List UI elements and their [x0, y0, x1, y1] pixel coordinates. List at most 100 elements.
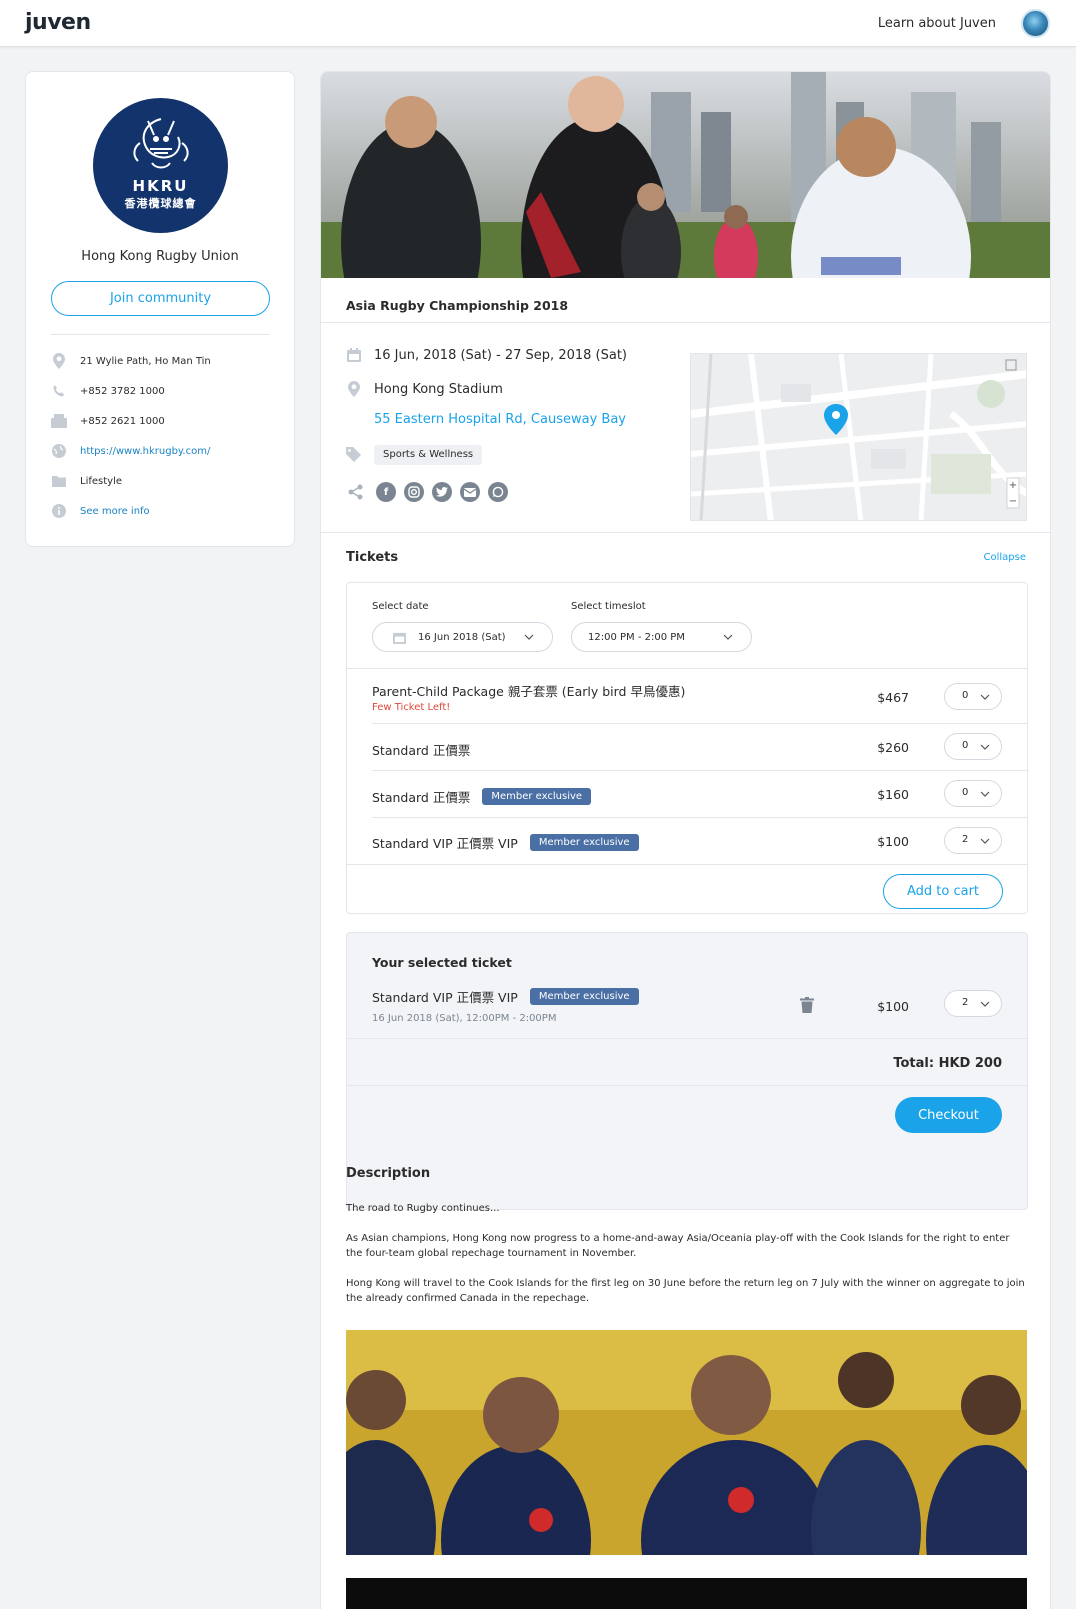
ticket-row: Standard VIP 正價票 VIP Member exclusive $1…	[347, 818, 1027, 864]
selected-timeslot: 12:00 PM - 2:00 PM	[588, 631, 685, 643]
join-community-button[interactable]: Join community	[51, 281, 270, 316]
fax-icon	[51, 413, 67, 429]
add-to-cart-button[interactable]: Add to cart	[883, 874, 1003, 909]
ticket-name: Standard 正價票	[372, 743, 471, 758]
ticket-name: Standard 正價票 Member exclusive	[372, 787, 592, 806]
team-photo	[346, 1330, 1027, 1555]
phone-icon	[51, 383, 67, 399]
tag-icon	[346, 447, 361, 466]
divider	[347, 864, 1027, 865]
quantity-dropdown[interactable]: 0	[944, 780, 1002, 807]
chevron-down-icon	[980, 742, 990, 753]
more-info-row: See more info	[51, 501, 150, 521]
ticket-name-text: Standard VIP 正價票 VIP	[372, 836, 518, 851]
category-text: Lifestyle	[80, 475, 123, 487]
ticket-price: $100	[877, 834, 909, 849]
selected-ticket-datetime: 16 Jun 2018 (Sat), 12:00PM - 2:00PM	[372, 1013, 557, 1024]
quantity-dropdown[interactable]: 2	[944, 990, 1002, 1017]
quantity-dropdown[interactable]: 2	[944, 827, 1002, 854]
divider	[321, 532, 1050, 533]
description-heading: Description	[346, 1166, 431, 1181]
divider	[347, 1085, 1027, 1086]
description-paragraph: The road to Rugby continues...	[346, 1203, 500, 1214]
hkru-logo-chinese-text: 香港欖球總會	[124, 196, 197, 210]
email-icon[interactable]	[460, 482, 480, 502]
address-row: 21 Wylie Path, Ho Man Tin	[51, 351, 211, 371]
event-hero-image	[321, 72, 1050, 278]
ticket-name-text: Standard 正價票	[372, 790, 471, 805]
chevron-down-icon	[723, 632, 733, 643]
learn-about-juven-link[interactable]: Learn about Juven	[878, 16, 996, 31]
quantity-dropdown[interactable]: 0	[944, 733, 1002, 760]
event-title: Asia Rugby Championship 2018	[346, 298, 569, 313]
selected-ticket-panel: Your selected ticket Standard VIP 正價票 VI…	[346, 932, 1028, 1210]
video-preview[interactable]	[346, 1578, 1027, 1609]
date-dropdown[interactable]: 16 Jun 2018 (Sat)	[372, 622, 553, 652]
organizer-card: HKRU 香港欖球總會 Hong Kong Rugby Union Join c…	[25, 71, 295, 547]
twitter-icon[interactable]	[432, 482, 452, 502]
date-row: 16 Jun, 2018 (Sat) - 27 Sep, 2018 (Sat)	[346, 347, 627, 363]
trash-icon[interactable]	[800, 997, 814, 1017]
chevron-down-icon	[980, 999, 990, 1010]
venue-row: Hong Kong Stadium	[346, 381, 503, 397]
folder-icon	[51, 473, 67, 489]
share-bar: f	[346, 482, 516, 502]
category-tag[interactable]: Sports & Wellness	[374, 445, 483, 465]
divider	[321, 322, 1050, 323]
venue-map[interactable]: + −	[690, 353, 1027, 521]
user-avatar[interactable]	[1021, 9, 1050, 38]
chevron-down-icon	[980, 692, 990, 703]
select-date-label: Select date	[372, 601, 429, 612]
location-pin-icon	[346, 381, 362, 397]
calendar-icon	[393, 631, 406, 644]
chevron-down-icon	[524, 632, 534, 643]
chevron-down-icon	[980, 789, 990, 800]
ticket-name: Standard VIP 正價票 VIP Member exclusive	[372, 833, 639, 852]
member-exclusive-badge: Member exclusive	[482, 788, 592, 805]
juven-logo[interactable]: juven	[25, 10, 91, 35]
event-card: Asia Rugby Championship 2018 16 Jun, 201…	[320, 71, 1051, 1609]
ticket-price: $160	[877, 787, 909, 802]
quantity-value: 0	[962, 690, 969, 701]
svg-text:+: +	[1009, 480, 1017, 491]
facebook-icon[interactable]: f	[376, 482, 396, 502]
hkru-logo-text: HKRU	[132, 176, 189, 195]
ticket-name: Parent-Child Package 親子套票 (Early bird 早鳥…	[372, 684, 686, 699]
ticket-price: $467	[877, 690, 909, 705]
select-timeslot-label: Select timeslot	[571, 601, 646, 612]
category-row: Lifestyle	[51, 471, 122, 491]
checkout-button[interactable]: Checkout	[895, 1097, 1002, 1133]
quantity-value: 2	[962, 834, 969, 845]
website-row: https://www.hkrugby.com/	[51, 441, 210, 461]
ticket-row: Standard 正價票 $260 0	[347, 724, 1027, 770]
organizer-name: Hong Kong Rugby Union	[81, 249, 239, 264]
quantity-dropdown[interactable]: 0	[944, 683, 1002, 710]
see-more-info-link[interactable]: See more info	[80, 506, 150, 517]
selected-ticket-name: Standard VIP 正價票 VIP Member exclusive	[372, 987, 639, 1006]
selected-ticket-name-text: Standard VIP 正價票 VIP	[372, 990, 518, 1005]
description-paragraph: Hong Kong will travel to the Cook Island…	[346, 1278, 1025, 1304]
ticket-price: $260	[877, 740, 909, 755]
collapse-link[interactable]: Collapse	[984, 552, 1027, 563]
whatsapp-icon[interactable]	[488, 482, 508, 502]
top-navigation-bar: juven Learn about Juven	[0, 0, 1076, 47]
instagram-icon[interactable]	[404, 482, 424, 502]
tickets-heading: Tickets	[346, 550, 399, 565]
selected-date: 16 Jun 2018 (Sat)	[418, 631, 506, 643]
svg-text:−: −	[1009, 496, 1017, 507]
dragon-emblem-icon	[132, 117, 189, 168]
quantity-value: 0	[962, 787, 969, 798]
address-text: 21 Wylie Path, Ho Man Tin	[80, 355, 211, 367]
venue-name: Hong Kong Stadium	[374, 381, 503, 397]
share-icon	[346, 482, 366, 502]
calendar-icon	[346, 347, 362, 363]
order-total: Total: HKD 200	[893, 1056, 1002, 1071]
location-pin-icon	[51, 353, 67, 369]
website-link[interactable]: https://www.hkrugby.com/	[80, 446, 210, 457]
fax-row: +852 2621 1000	[51, 411, 165, 431]
ticket-row: Parent-Child Package 親子套票 (Early bird 早鳥…	[347, 668, 1027, 723]
timeslot-dropdown[interactable]: 12:00 PM - 2:00 PM	[571, 622, 752, 652]
selected-ticket-price: $100	[877, 999, 909, 1014]
ticket-selector: Select date 16 Jun 2018 (Sat) Select tim…	[346, 582, 1028, 914]
venue-address-link[interactable]: 55 Eastern Hospital Rd, Causeway Bay	[374, 412, 626, 427]
